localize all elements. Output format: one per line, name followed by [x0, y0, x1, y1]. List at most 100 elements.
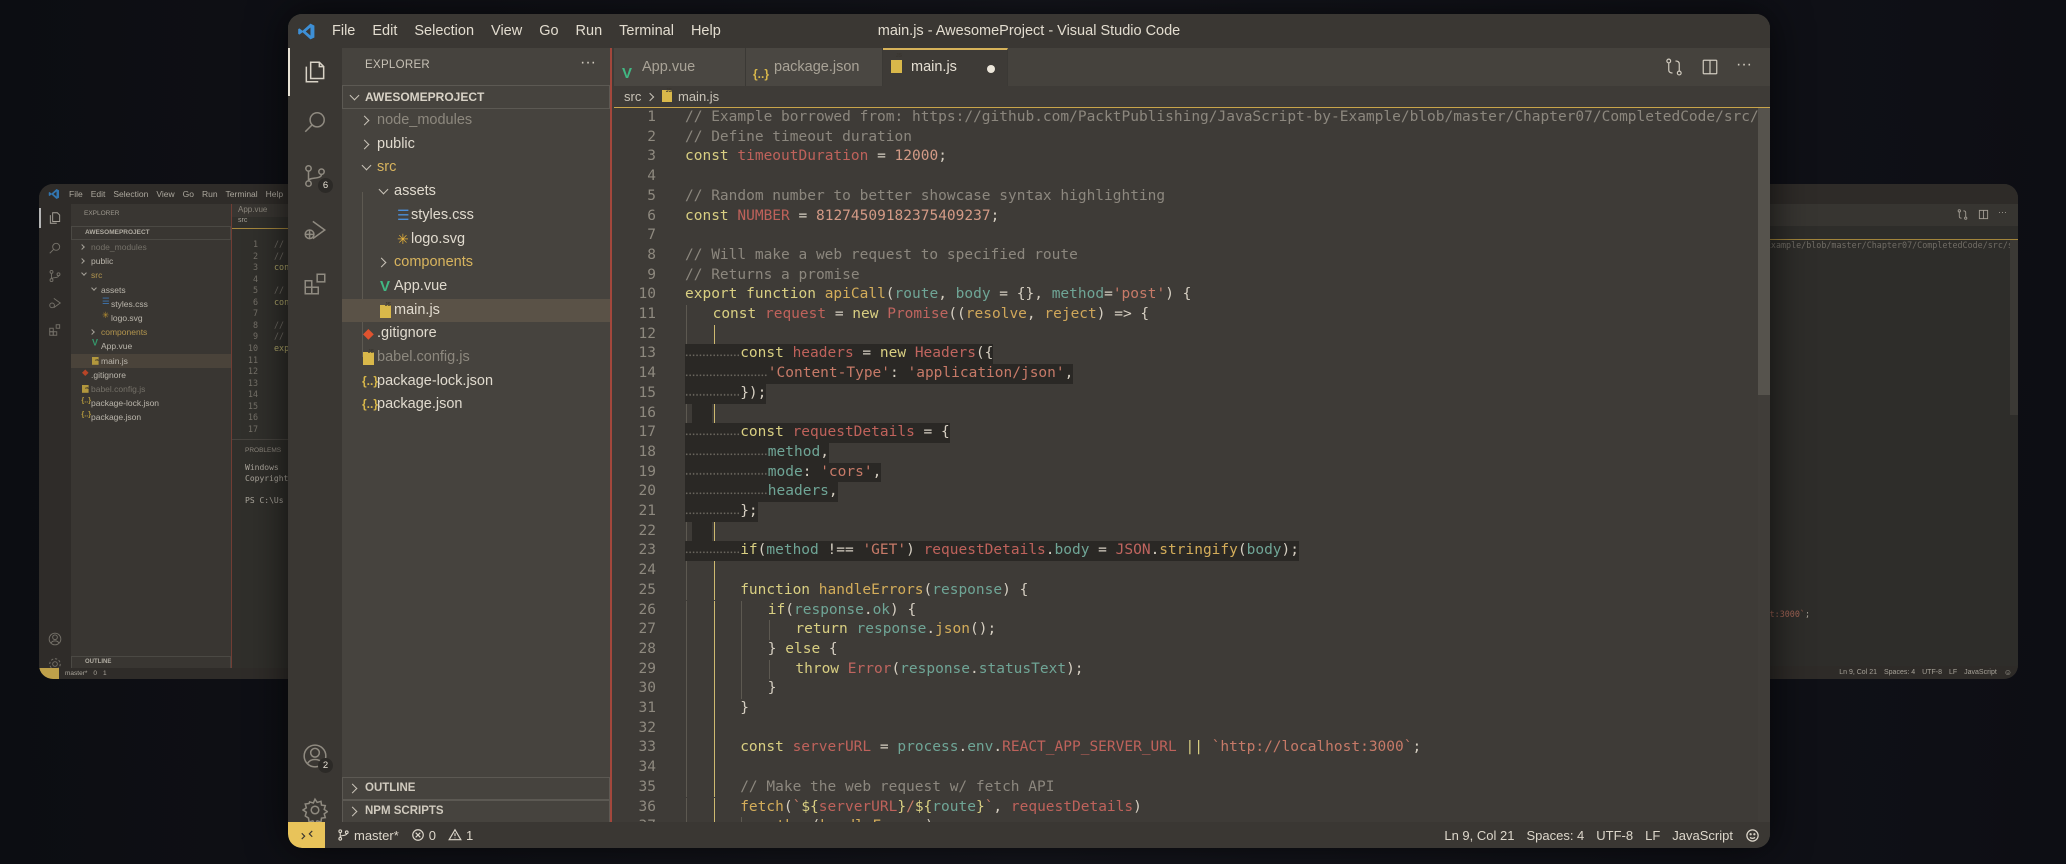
menu-help[interactable]: Help [266, 189, 283, 199]
outline-section[interactable]: OUTLINE [342, 777, 610, 800]
split-editor-icon[interactable] [1978, 209, 1989, 220]
line-ending[interactable]: LF [1645, 828, 1660, 843]
indentation[interactable]: Spaces: 4 [1884, 669, 1915, 676]
feedback-icon[interactable] [1745, 828, 1760, 843]
tab-app-vue[interactable]: App.vue [238, 205, 267, 214]
tab-main-js[interactable]: main.js [883, 48, 1008, 86]
code-editor[interactable]: 1 // Example borrowed from: https://githu… [614, 108, 1759, 822]
tree-item-styles-css[interactable]: styles.css [342, 204, 610, 228]
open-changes-icon[interactable] [1665, 58, 1683, 76]
activity-search[interactable] [288, 98, 342, 146]
tree-item-package-lock-json[interactable]: package-lock.json [342, 370, 610, 394]
vertical-scrollbar[interactable] [1758, 108, 1770, 822]
problems-status[interactable]: 0 1 [411, 828, 473, 843]
code-token: : [890, 365, 908, 382]
activity-extensions[interactable] [288, 260, 342, 308]
menu-run[interactable]: Run [202, 189, 218, 199]
activity-accounts[interactable]: 2 [288, 732, 342, 780]
menu-terminal[interactable]: Terminal [226, 189, 258, 199]
accounts-icon[interactable] [48, 632, 62, 646]
tab-package-json[interactable]: package.json [746, 48, 883, 93]
tree-item-package-lock-json[interactable]: package-lock.json [71, 396, 231, 410]
code-line: 1 // Example borrowed from: https://githu… [614, 108, 1759, 128]
cursor-position[interactable]: Ln 9, Col 21 [1839, 669, 1877, 676]
feedback-icon[interactable]: ☺ [2004, 668, 2012, 677]
tree-item-styles-css[interactable]: styles.css [71, 297, 231, 311]
tree-item-public[interactable]: public [342, 133, 610, 157]
tree-item-babel-config-js[interactable]: babel.config.js [342, 341, 610, 370]
branch-status[interactable]: master* [65, 670, 87, 677]
menu-go[interactable]: Go [539, 23, 558, 39]
npm-scripts-section[interactable]: NPM SCRIPTS [342, 800, 610, 823]
activity-run-debug[interactable] [288, 206, 342, 254]
tree-item-node-modules[interactable]: node_modules [71, 240, 231, 254]
scrollbar-thumb[interactable] [1758, 108, 1770, 395]
menu-terminal[interactable]: Terminal [619, 23, 674, 39]
tree-item-package-json[interactable]: package.json [342, 393, 610, 417]
warnings-count[interactable]: 1 [103, 670, 107, 677]
menu-run[interactable]: Run [576, 23, 603, 39]
panel-tab-problems[interactable]: PROBLEMS [245, 447, 281, 454]
tree-item-assets[interactable]: assets [71, 283, 231, 297]
menu-view[interactable]: View [156, 189, 174, 199]
tree-item-gitignore[interactable]: .gitignore [71, 368, 231, 382]
errors-count[interactable]: 0 [93, 670, 97, 677]
more-actions-button[interactable]: ··· [1736, 56, 1752, 74]
remote-indicator[interactable] [288, 822, 325, 848]
tree-item-logo-svg[interactable]: logo.svg [71, 311, 231, 325]
code-token: const [685, 148, 738, 165]
activity-source-control[interactable]: 6 [288, 152, 342, 200]
language-mode[interactable]: JavaScript [1964, 669, 1997, 676]
tree-item-package-json[interactable]: package.json [71, 410, 231, 424]
encoding[interactable]: UTF-8 [1922, 669, 1942, 676]
tree-item-assets[interactable]: assets [342, 180, 610, 204]
encoding[interactable]: UTF-8 [1596, 828, 1633, 843]
tree-item-public[interactable]: public [71, 254, 231, 268]
explorer-more-button[interactable]: ··· [580, 54, 596, 72]
menu-view[interactable]: View [491, 23, 522, 39]
tree-item-src[interactable]: src [342, 156, 610, 180]
menu-edit[interactable]: Edit [91, 189, 106, 199]
branch-status[interactable]: master* [337, 828, 399, 843]
indentation[interactable]: Spaces: 4 [1526, 828, 1584, 843]
source-control-icon[interactable] [48, 269, 62, 283]
menu-file[interactable]: File [69, 189, 83, 199]
more-actions-button[interactable]: ··· [1998, 207, 2007, 217]
breadcrumb-folder[interactable]: src [624, 86, 641, 107]
menu-edit[interactable]: Edit [372, 23, 397, 39]
open-changes-icon[interactable] [1957, 209, 1968, 220]
tree-item-src[interactable]: src [71, 268, 231, 282]
split-editor-icon[interactable] [1701, 58, 1719, 76]
tree-item-logo-svg[interactable]: logo.svg [342, 228, 610, 252]
extensions-icon[interactable] [48, 323, 62, 337]
tree-item-main-js[interactable]: main.js [71, 353, 231, 368]
breadcrumb-folder[interactable]: src [238, 217, 247, 224]
cursor-position[interactable]: Ln 9, Col 21 [1444, 828, 1514, 843]
activity-explorer[interactable] [288, 48, 342, 96]
tree-item-babel-config-js[interactable]: babel.config.js [71, 382, 231, 396]
tree-item-node-modules[interactable]: node_modules [342, 109, 610, 133]
scrollbar[interactable] [2010, 240, 2018, 415]
unsaved-dot-icon[interactable] [987, 65, 995, 73]
tree-item-app-vue[interactable]: App.vue [71, 339, 231, 353]
breadcrumb-file[interactable]: main.js [678, 86, 719, 107]
run-debug-icon[interactable] [48, 296, 62, 310]
files-icon[interactable] [48, 211, 62, 225]
npm-scripts-label: NPM SCRIPTS [365, 805, 444, 817]
search-icon[interactable] [48, 241, 62, 255]
remote-indicator[interactable] [39, 668, 59, 679]
tree-item-gitignore[interactable]: .gitignore [342, 322, 610, 346]
menu-file[interactable]: File [332, 23, 355, 39]
project-header[interactable]: AWESOMEPROJECT [342, 85, 610, 109]
menu-selection[interactable]: Selection [113, 189, 148, 199]
menu-help[interactable]: Help [691, 23, 721, 39]
tree-item-app-vue[interactable]: App.vue [342, 275, 610, 299]
menu-go[interactable]: Go [183, 189, 194, 199]
project-header[interactable]: AWESOMEPROJECT [71, 226, 231, 240]
tab-app-vue[interactable]: App.vue [614, 48, 746, 93]
tree-item-components[interactable]: components [342, 251, 610, 275]
line-ending[interactable]: LF [1949, 669, 1957, 676]
language-mode[interactable]: JavaScript [1672, 828, 1733, 843]
tree-item-main-js[interactable]: main.js [342, 294, 610, 323]
menu-selection[interactable]: Selection [414, 23, 474, 39]
